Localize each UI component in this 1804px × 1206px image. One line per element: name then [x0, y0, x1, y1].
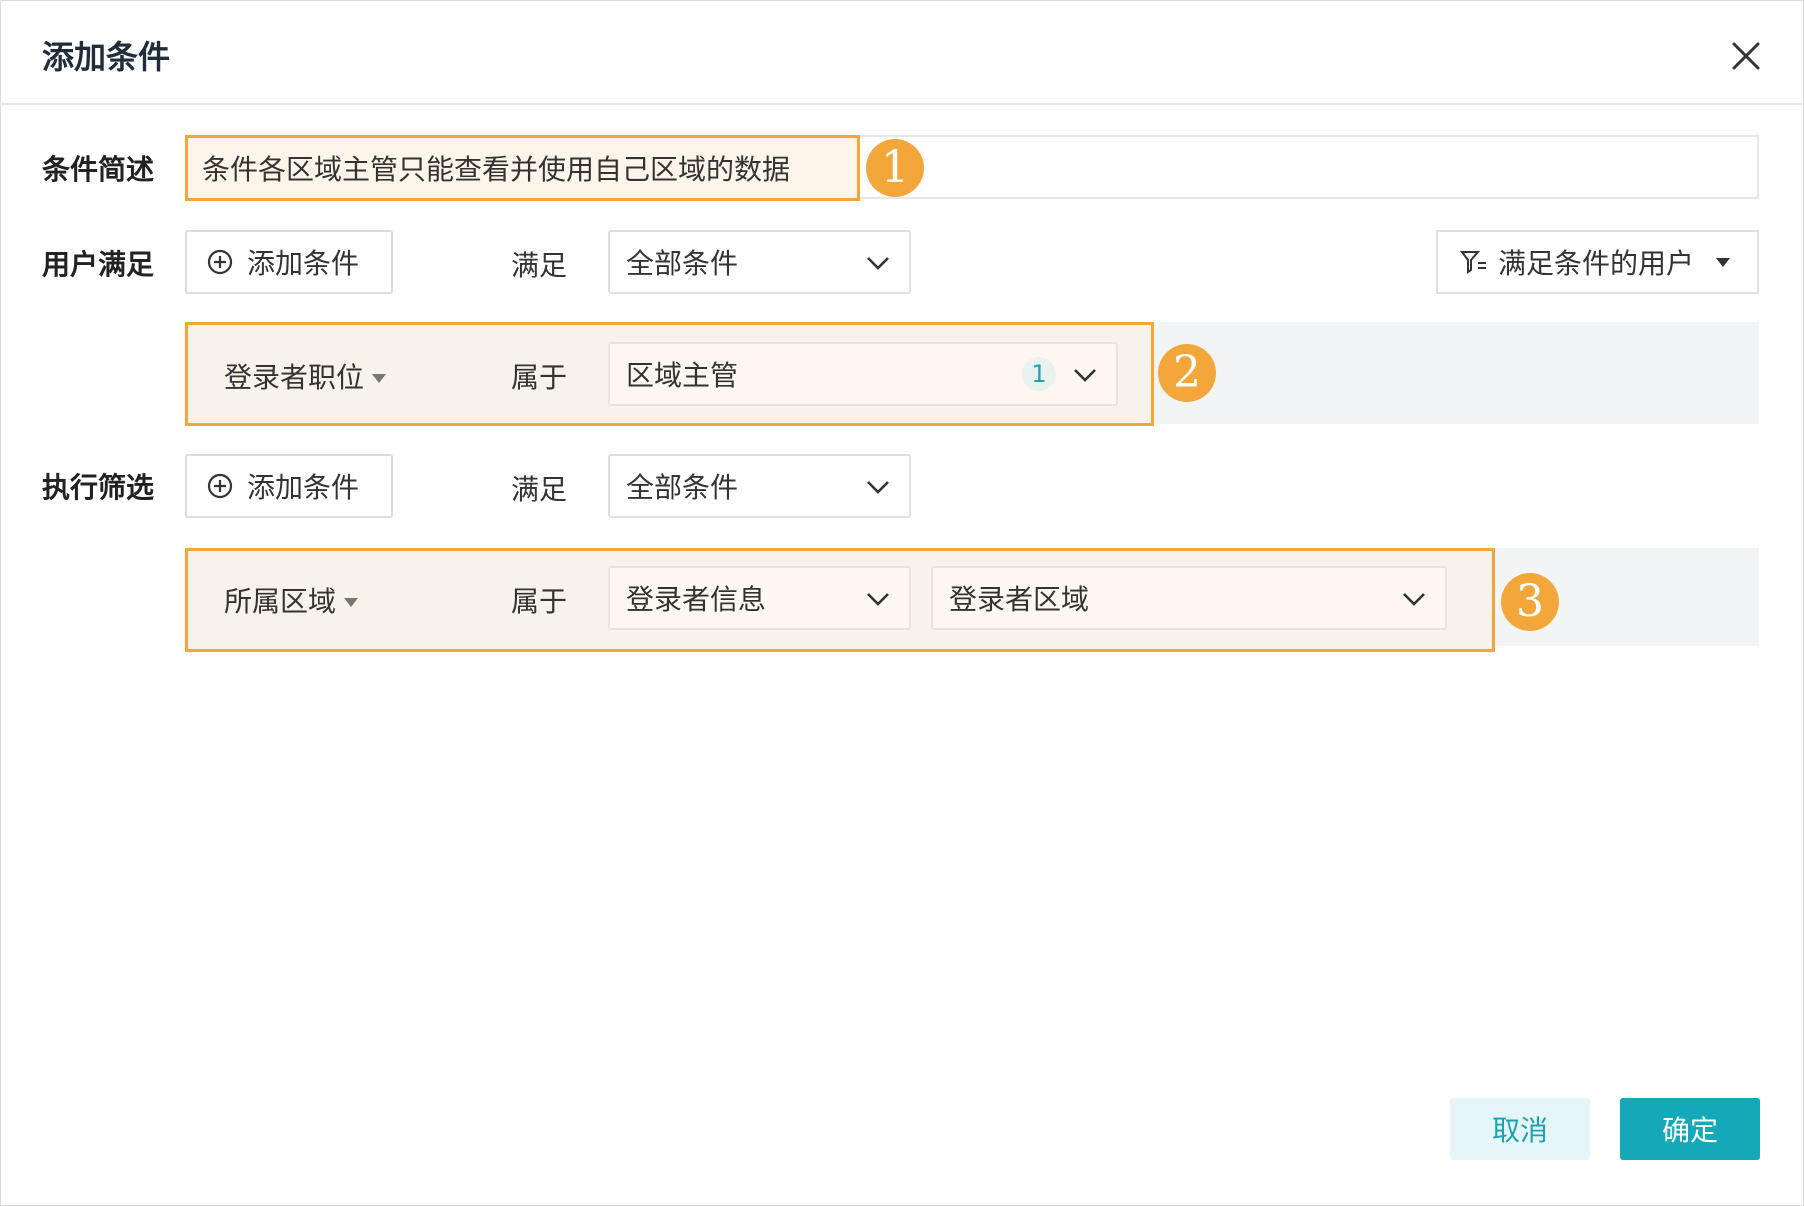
filter-icon	[1460, 251, 1486, 274]
confirm-button[interactable]: 确定	[1620, 1098, 1760, 1160]
chevron-down-icon	[867, 257, 889, 270]
close-icon[interactable]	[1724, 34, 1768, 78]
matching-users-button[interactable]: 满足条件的用户	[1436, 230, 1759, 294]
filter-condition-type: 登录者信息	[626, 583, 767, 616]
user-match-label: 满足	[511, 249, 568, 282]
header-divider	[0, 103, 1804, 105]
filter-match-value: 全部条件	[626, 471, 739, 504]
filter-condition-value: 登录者区域	[949, 583, 1090, 616]
chevron-down-icon	[867, 481, 889, 494]
user-section-label: 用户满足	[42, 248, 155, 281]
caret-down-icon	[1716, 257, 1731, 267]
user-match-value: 全部条件	[626, 247, 739, 280]
dialog-title: 添加条件	[42, 38, 171, 76]
filter-condition-value-select[interactable]: 登录者区域	[931, 566, 1447, 630]
filter-section-label: 执行筛选	[42, 471, 155, 504]
user-condition-value-select[interactable]: 区域主管 1	[608, 342, 1118, 406]
filter-condition-type-select[interactable]: 登录者信息	[608, 566, 911, 630]
marker-1: 1	[866, 139, 924, 197]
filter-match-select[interactable]: 全部条件	[608, 454, 911, 518]
selected-count-badge: 1	[1022, 357, 1056, 391]
filter-condition-operator: 属于	[511, 585, 568, 618]
filter-condition-field[interactable]: 所属区域	[224, 580, 359, 620]
marker-2: 2	[1158, 344, 1216, 402]
user-add-condition-button[interactable]: 添加条件	[185, 230, 393, 294]
description-label: 条件简述	[42, 153, 155, 186]
plus-circle-icon	[207, 249, 233, 275]
matching-users-label: 满足条件的用户	[1498, 247, 1695, 280]
cancel-button[interactable]: 取消	[1450, 1098, 1590, 1160]
plus-circle-icon	[207, 473, 233, 499]
user-condition-field[interactable]: 登录者职位	[224, 356, 387, 396]
caret-down-icon	[344, 597, 359, 607]
caret-down-icon	[372, 373, 387, 383]
user-condition-value: 区域主管	[626, 359, 739, 392]
user-add-condition-label: 添加条件	[247, 247, 360, 280]
filter-add-condition-label: 添加条件	[247, 471, 360, 504]
filter-condition-field-label: 所属区域	[224, 585, 337, 618]
user-condition-operator: 属于	[511, 361, 568, 394]
description-input[interactable]	[185, 135, 860, 201]
chevron-down-icon	[1074, 369, 1096, 382]
user-match-select[interactable]: 全部条件	[608, 230, 911, 294]
chevron-down-icon	[1403, 593, 1425, 606]
filter-add-condition-button[interactable]: 添加条件	[185, 454, 393, 518]
marker-3: 3	[1501, 573, 1559, 631]
chevron-down-icon	[867, 593, 889, 606]
filter-match-label: 满足	[511, 473, 568, 506]
user-condition-field-label: 登录者职位	[224, 361, 365, 394]
